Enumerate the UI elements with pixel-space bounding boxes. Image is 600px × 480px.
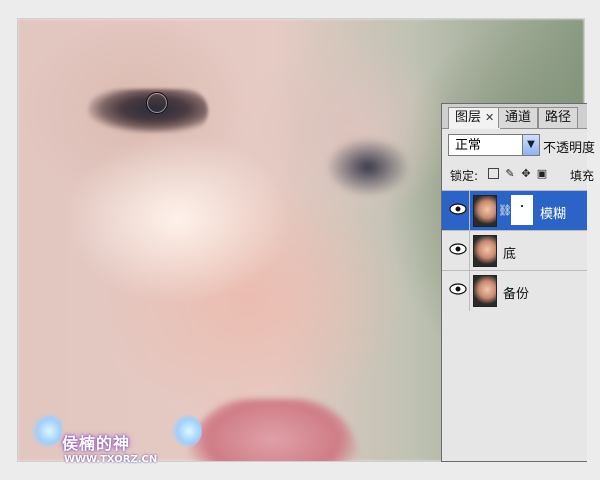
divider bbox=[469, 231, 470, 271]
chevron-down-icon[interactable]: ▼ bbox=[522, 135, 539, 155]
wing-right-icon bbox=[170, 414, 202, 448]
layer-thumbnail bbox=[473, 275, 497, 307]
watermark-logo: 侯楠的神 WWW.TXORZ.CN bbox=[22, 396, 202, 466]
tab-close-icon[interactable]: ✕ bbox=[485, 111, 494, 124]
tab-layers[interactable]: 图层 ✕ bbox=[448, 107, 502, 129]
tab-paths[interactable]: 路径 bbox=[538, 107, 579, 128]
lock-all-icon[interactable]: ▣ bbox=[536, 168, 548, 180]
app-frame: 侯楠的神 WWW.TXORZ.CN 图层 ✕ 通道 路径 正常 ▼ 不透明度 锁定… bbox=[0, 0, 600, 480]
layer-mask-thumbnail[interactable] bbox=[511, 195, 533, 225]
opacity-label: 不透明度 bbox=[543, 141, 596, 156]
fill-label: 填充 bbox=[570, 169, 595, 183]
tab-paths-label: 路径 bbox=[545, 110, 572, 125]
divider bbox=[469, 191, 470, 231]
layer-thumbnail bbox=[473, 235, 497, 267]
lock-move-icon[interactable]: ✥ bbox=[520, 168, 532, 180]
lock-brush-icon[interactable]: ✎ bbox=[504, 168, 516, 180]
divider bbox=[469, 271, 470, 311]
blend-mode-value: 正常 bbox=[455, 138, 482, 153]
layer-name: 备份 bbox=[503, 287, 530, 302]
layers-panel: 图层 ✕ 通道 路径 正常 ▼ 不透明度 锁定: ✎ ✥ ▣ 填充 ⛓ 模糊 底… bbox=[441, 103, 595, 462]
watermark-url: WWW.TXORZ.CN bbox=[64, 454, 158, 465]
panel-tabs: 图层 ✕ 通道 路径 bbox=[442, 104, 587, 129]
blend-row: 正常 ▼ 不透明度 bbox=[442, 134, 595, 160]
layer-row-backup[interactable]: 备份 bbox=[442, 270, 587, 311]
photo-shadow-region bbox=[328, 139, 408, 195]
layer-row-blur[interactable]: ⛓ 模糊 bbox=[442, 190, 587, 231]
layer-name: 模糊 bbox=[540, 207, 567, 222]
brush-cursor-icon bbox=[146, 92, 168, 114]
blend-mode-select[interactable]: 正常 ▼ bbox=[448, 134, 540, 156]
layer-row-base[interactable]: 底 bbox=[442, 230, 587, 271]
layer-name: 底 bbox=[503, 247, 517, 262]
lock-label: 锁定: bbox=[450, 169, 479, 183]
wing-left-icon bbox=[30, 414, 62, 448]
eye-visibility-icon[interactable] bbox=[449, 282, 467, 296]
tab-layers-label: 图层 bbox=[455, 110, 482, 125]
link-chain-icon[interactable]: ⛓ bbox=[498, 204, 512, 217]
lock-transparency-icon[interactable] bbox=[488, 168, 499, 179]
tab-channels-label: 通道 bbox=[505, 110, 532, 125]
lock-row: 锁定: ✎ ✥ ▣ 填充 bbox=[442, 164, 594, 186]
eye-visibility-icon[interactable] bbox=[449, 242, 467, 256]
tab-channels[interactable]: 通道 bbox=[498, 107, 539, 128]
layer-thumbnail bbox=[473, 195, 497, 227]
watermark-title: 侯楠的神 bbox=[62, 434, 131, 453]
eye-visibility-icon[interactable] bbox=[449, 202, 467, 216]
